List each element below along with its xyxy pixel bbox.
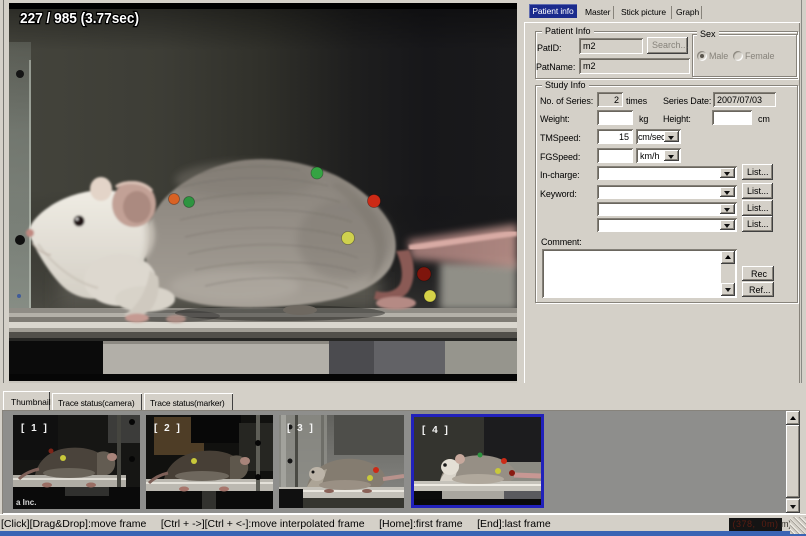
svg-text:[ 4 ]: [ 4 ] xyxy=(422,425,450,436)
svg-text:[ 1 ]: [ 1 ] xyxy=(21,423,49,434)
svg-text:227 / 985 (3.77sec): 227 / 985 (3.77sec) xyxy=(20,10,139,27)
svg-text:[ 2 ]: [ 2 ] xyxy=(154,423,182,434)
svg-text:[ 3 ]: [ 3 ] xyxy=(287,423,315,434)
svg-text:a Inc.: a Inc. xyxy=(16,498,36,507)
